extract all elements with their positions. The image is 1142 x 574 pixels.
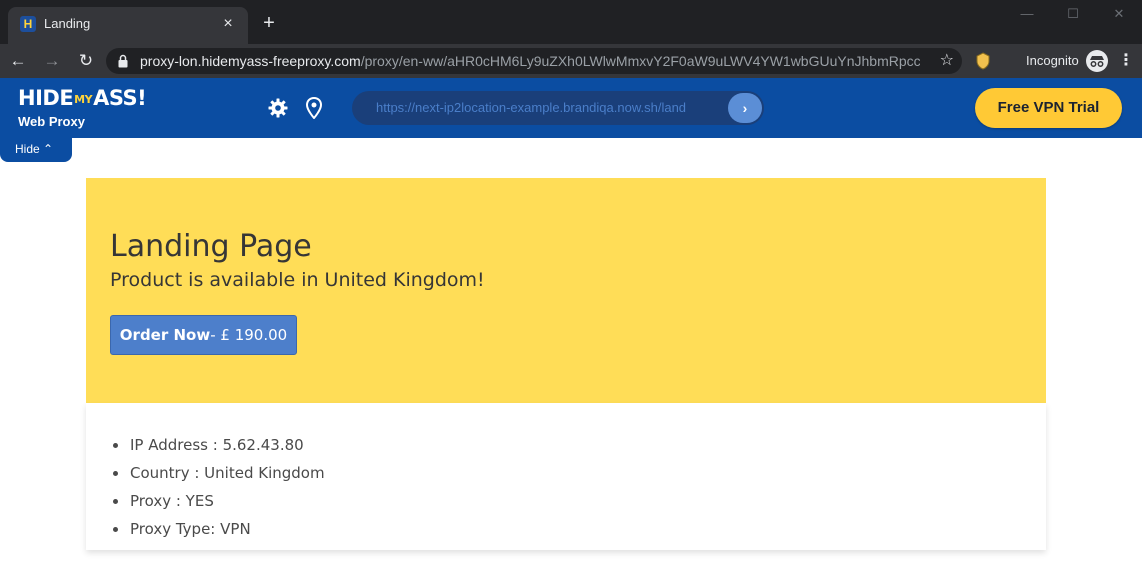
proxy-url-field[interactable]: https://next-ip2location-example.brandiq… bbox=[352, 91, 764, 125]
visitor-info-list: IP Address : 5.62.43.80 Country : United… bbox=[110, 431, 325, 543]
back-icon[interactable]: ← bbox=[6, 49, 30, 73]
forward-icon[interactable]: → bbox=[40, 49, 64, 73]
order-now-button[interactable]: Order Now- £ 190.00 bbox=[110, 315, 297, 355]
browser-toolbar: ← → ↻ proxy-lon.hidemyass-freeproxy.com/… bbox=[0, 44, 1142, 78]
new-tab-icon[interactable]: + bbox=[258, 12, 280, 34]
proxy-header: HIDEMYASS! Web Proxy https://next-ip2loc… bbox=[0, 78, 1142, 138]
proxy-url-input[interactable]: https://next-ip2location-example.brandiq… bbox=[376, 100, 721, 116]
address-bar[interactable]: proxy-lon.hidemyass-freeproxy.com/proxy/… bbox=[106, 48, 962, 74]
order-label: Order Now bbox=[119, 326, 211, 344]
info-proxy: Proxy : YES bbox=[110, 487, 325, 515]
info-proxy-type: Proxy Type: VPN bbox=[110, 515, 325, 543]
proxy-go-button[interactable]: › bbox=[728, 93, 762, 123]
logo-subtitle: Web Proxy bbox=[18, 114, 85, 129]
close-tab-icon[interactable]: × bbox=[218, 14, 238, 34]
hero-section: Landing Page Product is available in Uni… bbox=[86, 178, 1046, 403]
lock-icon bbox=[118, 54, 128, 68]
info-ip-address: IP Address : 5.62.43.80 bbox=[110, 431, 325, 459]
visitor-info-card: IP Address : 5.62.43.80 Country : United… bbox=[86, 403, 1046, 550]
url-path: /proxy/en-ww/aHR0cHM6Ly9uZXh0LWlwMmxvY2F… bbox=[360, 53, 920, 69]
browser-tab-strip: H Landing × + — ☐ ✕ bbox=[0, 0, 1142, 44]
availability-text: Product is available in United Kingdom! bbox=[110, 269, 485, 291]
address-url[interactable]: proxy-lon.hidemyass-freeproxy.com/proxy/… bbox=[140, 53, 920, 69]
info-country: Country : United Kingdom bbox=[110, 459, 325, 487]
location-pin-icon[interactable] bbox=[305, 97, 323, 119]
tab-landing[interactable]: H Landing × bbox=[8, 7, 248, 44]
minimize-icon[interactable]: — bbox=[1004, 0, 1050, 28]
order-price: - £ 190.00 bbox=[210, 326, 288, 344]
extension-icon[interactable] bbox=[975, 52, 991, 70]
menu-icon[interactable]: ⋮ bbox=[1118, 51, 1134, 71]
reload-icon[interactable]: ↻ bbox=[74, 49, 98, 73]
free-vpn-trial-button[interactable]: Free VPN Trial bbox=[975, 88, 1122, 128]
gear-icon[interactable] bbox=[268, 98, 288, 118]
maximize-icon[interactable]: ☐ bbox=[1050, 0, 1096, 28]
close-window-icon[interactable]: ✕ bbox=[1096, 0, 1142, 28]
url-host: proxy-lon.hidemyass-freeproxy.com bbox=[140, 53, 361, 69]
favicon-icon: H bbox=[20, 16, 36, 32]
hma-logo[interactable]: HIDEMYASS! Web Proxy bbox=[18, 86, 147, 130]
page-title: Landing Page bbox=[110, 229, 312, 264]
tab-title: Landing bbox=[44, 16, 91, 31]
hide-proxy-bar-button[interactable]: Hide ⌃ bbox=[0, 138, 72, 162]
incognito-icon[interactable] bbox=[1086, 50, 1108, 72]
logo-my: MY bbox=[74, 93, 93, 106]
incognito-label: Incognito bbox=[1026, 53, 1079, 68]
logo-hide: HIDE bbox=[18, 86, 74, 110]
bookmark-star-icon[interactable]: ☆ bbox=[940, 51, 954, 71]
logo-ass: ASS! bbox=[93, 86, 147, 110]
window-controls: — ☐ ✕ bbox=[1004, 0, 1142, 28]
